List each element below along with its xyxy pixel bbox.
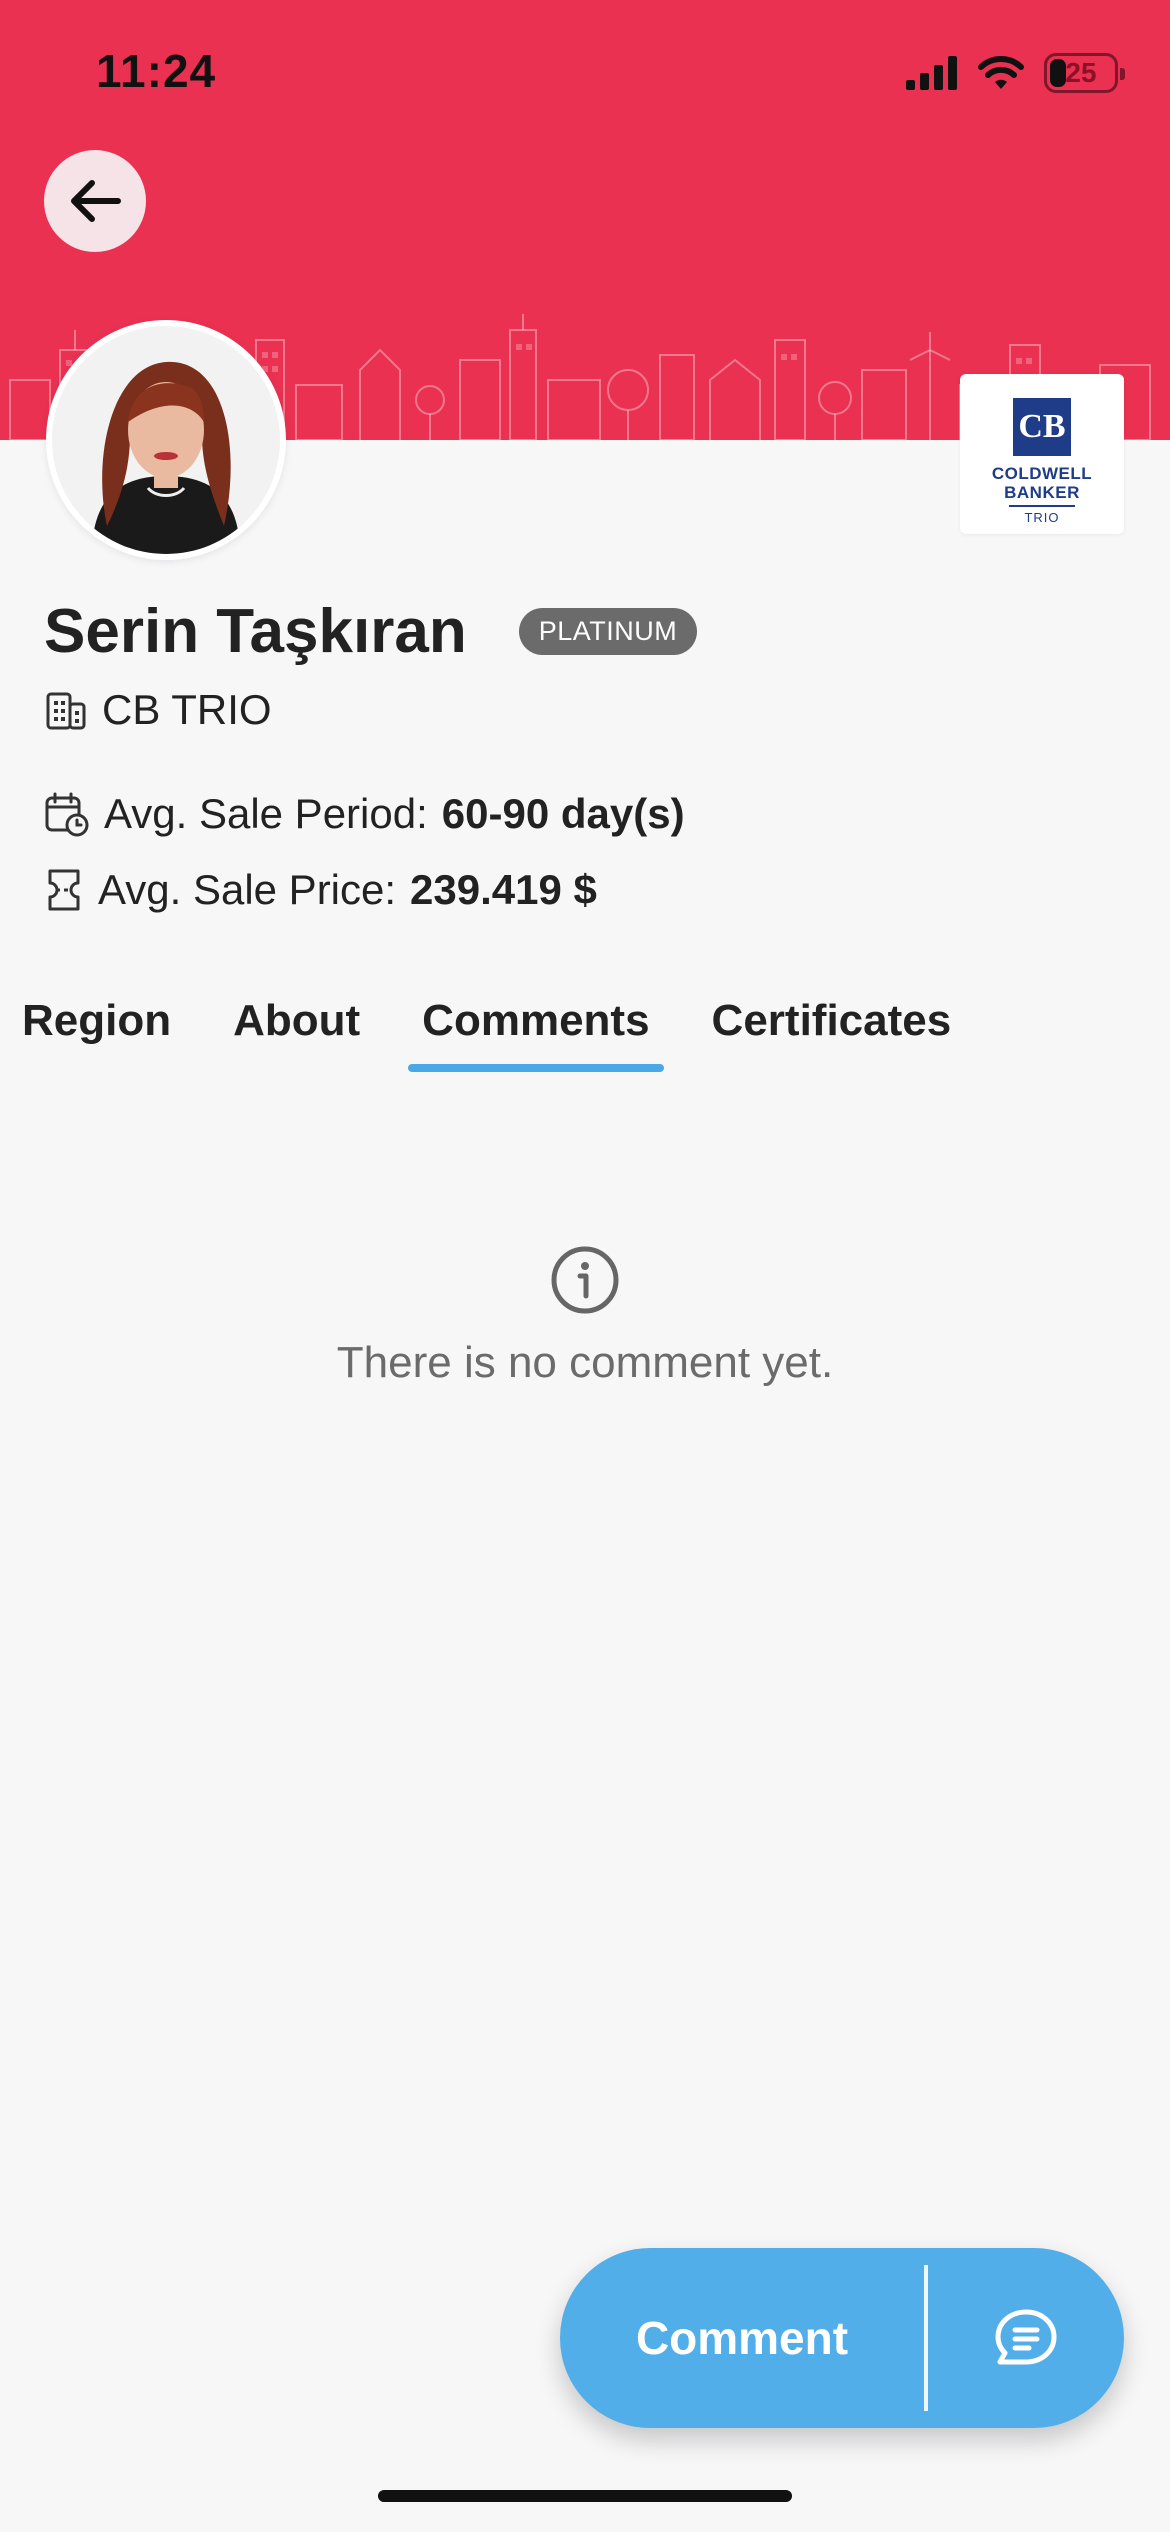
avg-sale-period-row: Avg. Sale Period: 60-90 day(s) xyxy=(44,790,685,838)
back-button[interactable] xyxy=(44,150,146,252)
comments-empty-state: There is no comment yet. xyxy=(0,1244,1170,1388)
tab-certificates[interactable]: Certificates xyxy=(712,996,952,1072)
ticket-icon xyxy=(48,869,80,911)
home-indicator xyxy=(378,2490,792,2502)
building-icon xyxy=(46,692,86,730)
avg-sale-price-label: Avg. Sale Price: xyxy=(98,866,397,913)
avg-sale-period-value: 60-90 day(s) xyxy=(441,790,685,837)
tab-comments[interactable]: Comments xyxy=(408,996,664,1072)
avg-sale-price-row: Avg. Sale Price: 239.419 $ xyxy=(44,866,597,914)
battery-level: 25 xyxy=(1065,57,1097,88)
office-name: CB TRIO xyxy=(102,686,272,733)
battery-fill xyxy=(1050,59,1066,87)
agent-name: Serin Taşkıran xyxy=(44,597,467,666)
profile-tabs: Region About Comments Certificates xyxy=(22,996,951,1072)
brand-mark: CB xyxy=(1013,398,1071,456)
calendar-clock-icon xyxy=(45,792,89,837)
empty-comments-message: There is no comment yet. xyxy=(336,1338,834,1387)
agent-avatar xyxy=(46,320,286,560)
avg-sale-price-value: 239.419 $ xyxy=(410,866,597,913)
cellular-signal-icon xyxy=(906,56,957,90)
arrow-left-icon xyxy=(71,180,121,222)
status-bar-time: 11:24 xyxy=(96,45,217,97)
brand-subtitle: TRIO xyxy=(1024,510,1060,525)
battery-icon: 25 xyxy=(1044,53,1125,93)
brand-name-line2: BANKER xyxy=(1004,483,1080,502)
comment-button-label: Comment xyxy=(635,2312,849,2364)
brand-divider xyxy=(1009,505,1075,507)
agent-name-row: Serin Taşkıran PLATINUM xyxy=(44,596,698,667)
status-bar-icons: 25 xyxy=(906,48,1125,98)
brand-name-line1: COLDWELL xyxy=(991,464,1093,483)
agent-photo xyxy=(52,326,280,554)
brokerage-logo: CB COLDWELL BANKER TRIO xyxy=(960,374,1124,534)
avg-sale-period-label: Avg. Sale Period: xyxy=(104,790,428,837)
tab-region[interactable]: Region xyxy=(22,996,171,1072)
info-icon xyxy=(551,1246,619,1314)
comment-button[interactable]: Comment xyxy=(560,2248,1124,2428)
comment-bubble-icon xyxy=(928,2307,1124,2369)
wifi-icon xyxy=(978,56,1024,89)
tab-about[interactable]: About xyxy=(233,996,360,1072)
office-row: CB TRIO xyxy=(44,686,272,734)
level-badge: PLATINUM xyxy=(518,608,698,655)
